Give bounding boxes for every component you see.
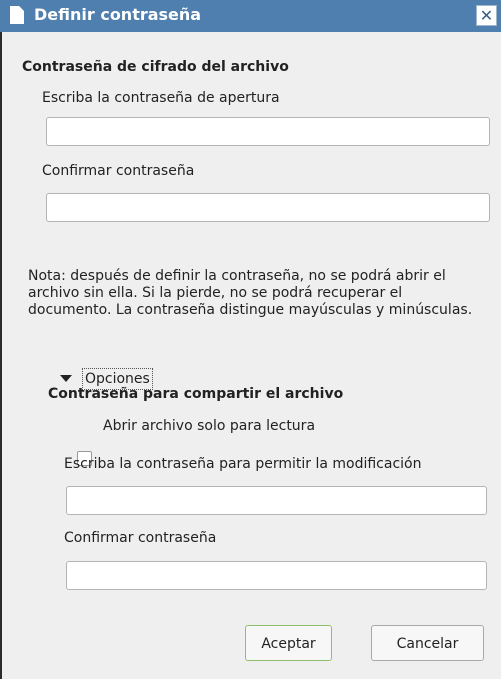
readonly-label[interactable]: Abrir archivo solo para lectura [103, 417, 315, 435]
encryption-section-title: Contraseña de cifrado del archivo [22, 59, 289, 75]
sharing-section-title: Contraseña para compartir el archivo [48, 386, 344, 402]
cancel-button[interactable]: Cancelar [371, 625, 484, 661]
close-icon[interactable]: ✕ [476, 5, 497, 26]
open-password-label: Escriba la contraseña de apertura [42, 90, 280, 106]
dialog-content: Contraseña de cifrado del archivo Escrib… [0, 32, 493, 679]
open-password-field[interactable] [46, 117, 490, 146]
window-title: Definir contraseña [34, 5, 202, 24]
modify-confirm-field[interactable] [66, 561, 487, 590]
modify-confirm-label: Confirmar contraseña [64, 530, 217, 546]
modify-password-field[interactable] [66, 486, 487, 515]
set-password-dialog: Definir contraseña ✕ Contraseña de cifra… [0, 0, 501, 679]
ok-button[interactable]: Aceptar [245, 625, 332, 661]
password-note: Nota: después de definir la contraseña, … [28, 268, 473, 318]
confirm-password-field[interactable] [46, 193, 490, 222]
document-icon [10, 6, 24, 24]
triangle-down-icon[interactable] [60, 375, 72, 382]
title-bar[interactable]: Definir contraseña ✕ [0, 0, 501, 32]
modify-password-label: Escriba la contraseña para permitir la m… [64, 456, 422, 472]
confirm-password-label: Confirmar contraseña [42, 163, 195, 179]
